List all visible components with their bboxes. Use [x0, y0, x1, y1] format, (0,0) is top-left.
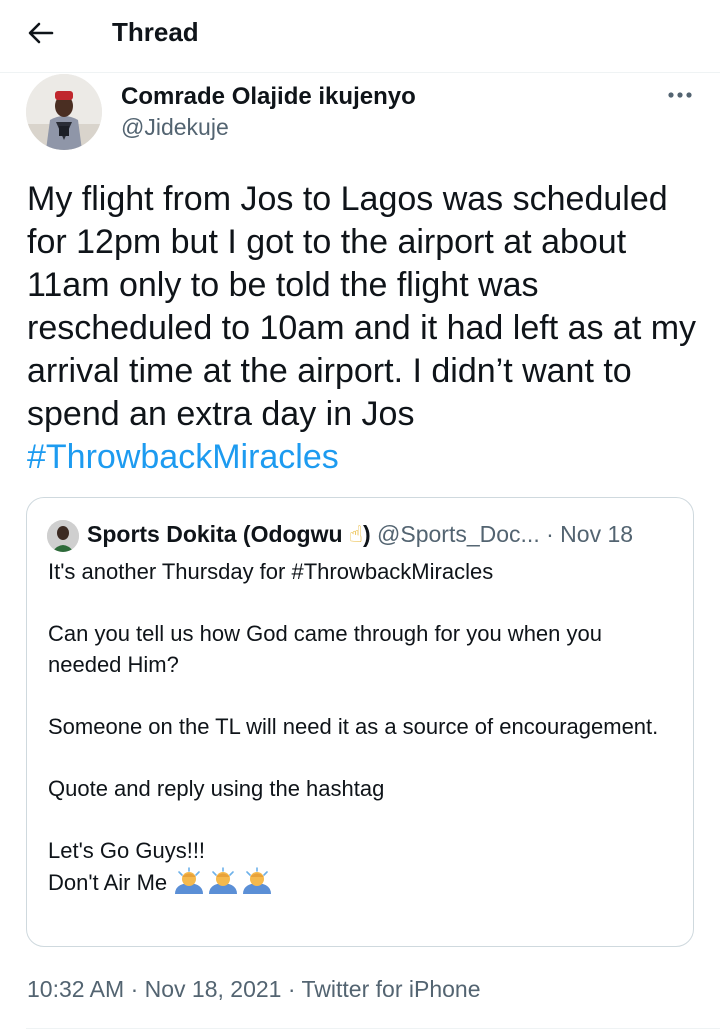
- tweet-body: My flight from Jos to Lagos was schedule…: [27, 180, 697, 433]
- separator-dot: ·: [546, 521, 554, 547]
- quoted-line-text: Let's Go Guys!!!: [48, 838, 206, 863]
- tweet-date[interactable]: Nov 18, 2021: [145, 976, 282, 1002]
- divider: [26, 1028, 720, 1029]
- quoted-tweet-header: Sports Dokita (Odogwu ☝) @Sports_Doc... …: [87, 518, 687, 550]
- quoted-avatar-image: [47, 520, 79, 552]
- thread-page: Thread Comrade Olajide ikujenyo @Jidekuj…: [0, 0, 720, 1031]
- tweet-source[interactable]: Twitter for iPhone: [302, 976, 481, 1002]
- man-bowing-emoji-icon: [175, 867, 272, 894]
- quoted-tweet-date: Nov 18: [560, 521, 634, 547]
- quoted-line: Quote and reply using the hashtag: [48, 776, 385, 801]
- quoted-author-name: Sports Dokita (Odogwu: [87, 521, 343, 547]
- quoted-line-text: Don't Air Me: [48, 870, 174, 895]
- quoted-author-avatar: [47, 520, 79, 552]
- quoted-name-close: ): [362, 521, 371, 547]
- quoted-author-handle: @Sports_Doc...: [377, 521, 540, 547]
- author-name[interactable]: Comrade Olajide ikujenyo: [121, 82, 416, 112]
- quoted-line: Can you tell us how God came through for…: [48, 621, 602, 677]
- arrow-left-icon: [28, 22, 54, 44]
- author-avatar[interactable]: [26, 74, 102, 150]
- tweet-time[interactable]: 10:32 AM: [27, 976, 124, 1002]
- back-button[interactable]: [22, 14, 60, 52]
- quoted-tweet-text: It's another Thursday for #ThrowbackMira…: [48, 556, 678, 898]
- more-options-button[interactable]: [662, 80, 698, 110]
- separator-dot: ·: [287, 976, 296, 1002]
- separator-dot: ·: [130, 976, 139, 1002]
- tweet-text: My flight from Jos to Lagos was schedule…: [27, 178, 697, 479]
- quoted-line: Let's Go Guys!!! Don't Air Me: [48, 835, 678, 898]
- hashtag-link[interactable]: #ThrowbackMiracles: [27, 438, 339, 476]
- pointing-up-emoji-icon: ☝: [348, 521, 363, 547]
- page-title: Thread: [112, 17, 199, 47]
- top-bar: Thread: [0, 0, 720, 73]
- quoted-line: Someone on the TL will need it as a sour…: [48, 714, 659, 739]
- tweet-meta: 10:32 AM · Nov 18, 2021 · Twitter for iP…: [27, 973, 480, 1005]
- author-handle[interactable]: @Jidekuje: [121, 112, 229, 142]
- more-horizontal-icon: [668, 92, 692, 98]
- avatar-image: [26, 74, 102, 150]
- quoted-line: It's another Thursday for #ThrowbackMira…: [48, 559, 494, 584]
- quoted-tweet[interactable]: Sports Dokita (Odogwu ☝) @Sports_Doc... …: [26, 497, 694, 947]
